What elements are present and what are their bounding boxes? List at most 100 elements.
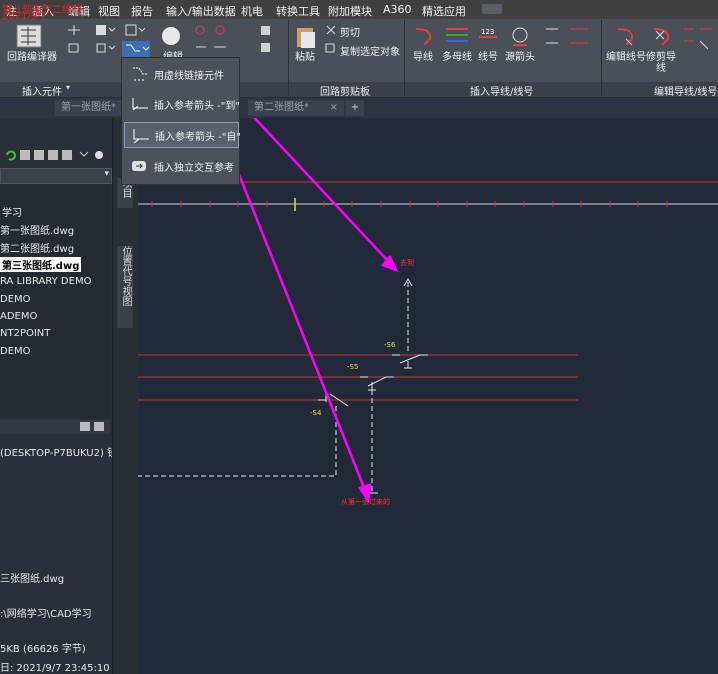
multi-bus-icon[interactable] [444, 25, 470, 47]
ribbon: 回路编译器 编辑 粘贴 剪切 复制选定对象 导线 多母线 123 线号 源箭头 … [0, 19, 718, 82]
delete-component-icon[interactable] [94, 41, 116, 55]
tree-item-drawing-1[interactable]: 第一张图纸.dwg [0, 222, 74, 237]
menu-item-label: 插入参考箭头 -"自" [155, 132, 241, 143]
cut-icon[interactable] [325, 24, 337, 36]
attribute-tools-icons[interactable] [258, 23, 284, 57]
copy-selected-button[interactable]: 复制选定对象 [340, 43, 400, 58]
detail-date: 日: 2021/9/7 23:45:10 [0, 663, 110, 674]
detail-lock-info: (DESKTOP-P7BUKU2) 锁 [0, 448, 118, 459]
multi-bus-button[interactable]: 多母线 [442, 52, 472, 63]
tree-item-drawing-2[interactable]: 第二张图纸.dwg [0, 240, 74, 255]
edit-component-icon[interactable] [94, 23, 116, 37]
dashed-link-icon [133, 67, 148, 81]
panel-title-clipboard: 回路剪贴板 [320, 87, 370, 98]
document-tab-bar: 第一张图纸* 第二张图纸* × + [0, 98, 718, 118]
menu-item-featured[interactable]: 精选应用 [422, 3, 466, 19]
menu-item-link-dashed[interactable]: 用虚线链接元件 [124, 62, 237, 86]
paste-icon[interactable] [295, 25, 317, 49]
tree-item-library-demo[interactable]: RA LIBRARY DEMO [0, 276, 91, 287]
paste-label: 粘贴 [295, 52, 315, 63]
tree-item-nt2point[interactable]: NT2POINT [0, 328, 50, 339]
detail-size: 5KB (66626 字节) [0, 644, 86, 655]
ribbon-panel-titles: 插入元件 ▾ 回路剪贴板 插入导线/线号 编辑导线/线号 [0, 82, 718, 98]
arrow-to-icon [132, 98, 148, 111]
menu-item-standalone-ref[interactable]: 插入独立交互参考 [124, 154, 237, 178]
menu-item-electromech[interactable]: 机电 [241, 3, 263, 19]
cross-reference-dropdown-icon[interactable] [122, 41, 150, 57]
panel-title-insert-component: 插入元件 [22, 87, 62, 98]
circuit-compiler-label: 回路编译器 [7, 52, 57, 63]
menu-item-import-export[interactable]: 输入/输出数据 [166, 3, 236, 19]
tab-label: 第一张图纸* [61, 102, 116, 113]
edit-wire-icon[interactable] [614, 25, 638, 49]
menu-item-convert[interactable]: 转换工具 [276, 3, 320, 19]
panel-vertical-tabs: 项目 位置代号视图 [112, 118, 139, 674]
wire-button[interactable]: 导线 [408, 52, 438, 63]
tab-drawing-1[interactable]: 第一张图纸* [55, 100, 121, 116]
ribbon-separator [288, 20, 289, 96]
menu-bar: 注 插入 编辑 视图 报告 输入/输出数据 机电 转换工具 附加模块 A360 … [0, 0, 718, 22]
tab-label: 第二张图纸* [254, 102, 309, 113]
s4-tag: -S4 [310, 409, 322, 417]
annotation-arrow-from [228, 151, 367, 491]
preview-view-icon[interactable] [94, 422, 104, 431]
tree-project-root[interactable]: 学习 [2, 204, 22, 219]
wire-tools-icons[interactable] [542, 23, 596, 59]
tree-item-demo[interactable]: DEMO [0, 294, 31, 305]
wire-icon[interactable] [412, 25, 436, 49]
menu-item-addons[interactable]: 附加模块 [328, 3, 372, 19]
source-arrow-button[interactable]: 源箭头 [504, 52, 536, 63]
project-select-input[interactable]: ▾ [0, 168, 112, 184]
project-tree: 学习 第一张图纸.dwg 第二张图纸.dwg 第三张图纸.dwg RA LIBR… [0, 184, 110, 418]
menu-item-arrow-from[interactable]: 插入参考箭头 -"自" [124, 122, 241, 148]
source-arrow-icon[interactable] [508, 25, 532, 49]
menu-item-view[interactable]: 视图 [98, 3, 120, 19]
details-view-icon[interactable] [80, 422, 90, 431]
menu-item-label: 插入参考箭头 -"到" [154, 101, 240, 112]
menu-item-report[interactable]: 报告 [131, 3, 153, 19]
standalone-reference-icon [132, 161, 146, 171]
svg-text:123: 123 [481, 28, 494, 36]
annotation-arrows [228, 118, 399, 504]
copy-component-icon[interactable] [66, 41, 82, 55]
dashed-links [138, 282, 409, 492]
menu-item-arrow-to[interactable]: 插入参考箭头 -"到" [124, 92, 240, 116]
component-tools-icons[interactable] [192, 23, 242, 57]
insert-component-icon[interactable] [66, 23, 82, 37]
contact-s5 [360, 376, 394, 391]
cut-button[interactable]: 剪切 [340, 24, 360, 39]
circuit-compiler-icon[interactable] [16, 24, 42, 48]
panel-title-insert-wires: 插入导线/线号 [470, 87, 534, 98]
arrow-from-icon [133, 129, 149, 144]
menu-item-label: 插入独立交互参考 [154, 163, 234, 174]
details-header [0, 420, 110, 434]
close-tab-icon[interactable]: × [330, 100, 338, 116]
annotation-arrow-to [252, 118, 389, 262]
wire-number-icon[interactable]: 123 [476, 25, 500, 49]
chevron-down-icon: ▾ [104, 169, 109, 179]
s5-tag: -S5 [347, 363, 358, 371]
trim-wire-button[interactable]: 修剪导线 [644, 52, 678, 74]
project-toolbar-icons[interactable] [4, 148, 104, 162]
cross-reference-dropdown-menu: 用虚线链接元件 插入参考箭头 -"到" 插入参考箭头 -"自" 插入独立交互参考 [121, 57, 241, 185]
menu-item-a360[interactable]: A360 [383, 3, 412, 16]
tab-drawing-2[interactable]: 第二张图纸* × [248, 100, 344, 116]
ribbon-separator [601, 20, 602, 96]
edit-wire-number-button[interactable]: 编辑线号 [606, 52, 646, 63]
panel-title-edit-wires: 编辑导线/线号 [654, 87, 718, 98]
tree-item-drawing-3-selected[interactable]: 第三张图纸.dwg [0, 257, 82, 272]
wire-number-button[interactable]: 线号 [474, 52, 502, 63]
tree-item-ademo[interactable]: ADEMO [0, 311, 37, 322]
tree-item-demo-2[interactable]: DEMO [0, 346, 31, 357]
drawing-canvas[interactable]: -S6 -S5 -S4 去到 从第一张过来的 [138, 118, 718, 674]
trim-wire-icon[interactable] [650, 25, 674, 49]
copy-icon[interactable] [325, 43, 337, 55]
new-tab-button[interactable]: + [346, 100, 364, 116]
wire-misc-icons[interactable] [680, 23, 716, 59]
video-icon[interactable] [482, 4, 502, 14]
project-manager-panel: ▾ 学习 第一张图纸.dwg 第二张图纸.dwg 第三张图纸.dwg RA LI… [0, 118, 117, 674]
scoot-icon[interactable] [124, 23, 146, 37]
sphere-icon[interactable] [160, 25, 184, 47]
tab-location-view[interactable]: 位置代号视图 [117, 246, 133, 328]
panel-expand-icon[interactable]: ▾ [66, 83, 70, 92]
